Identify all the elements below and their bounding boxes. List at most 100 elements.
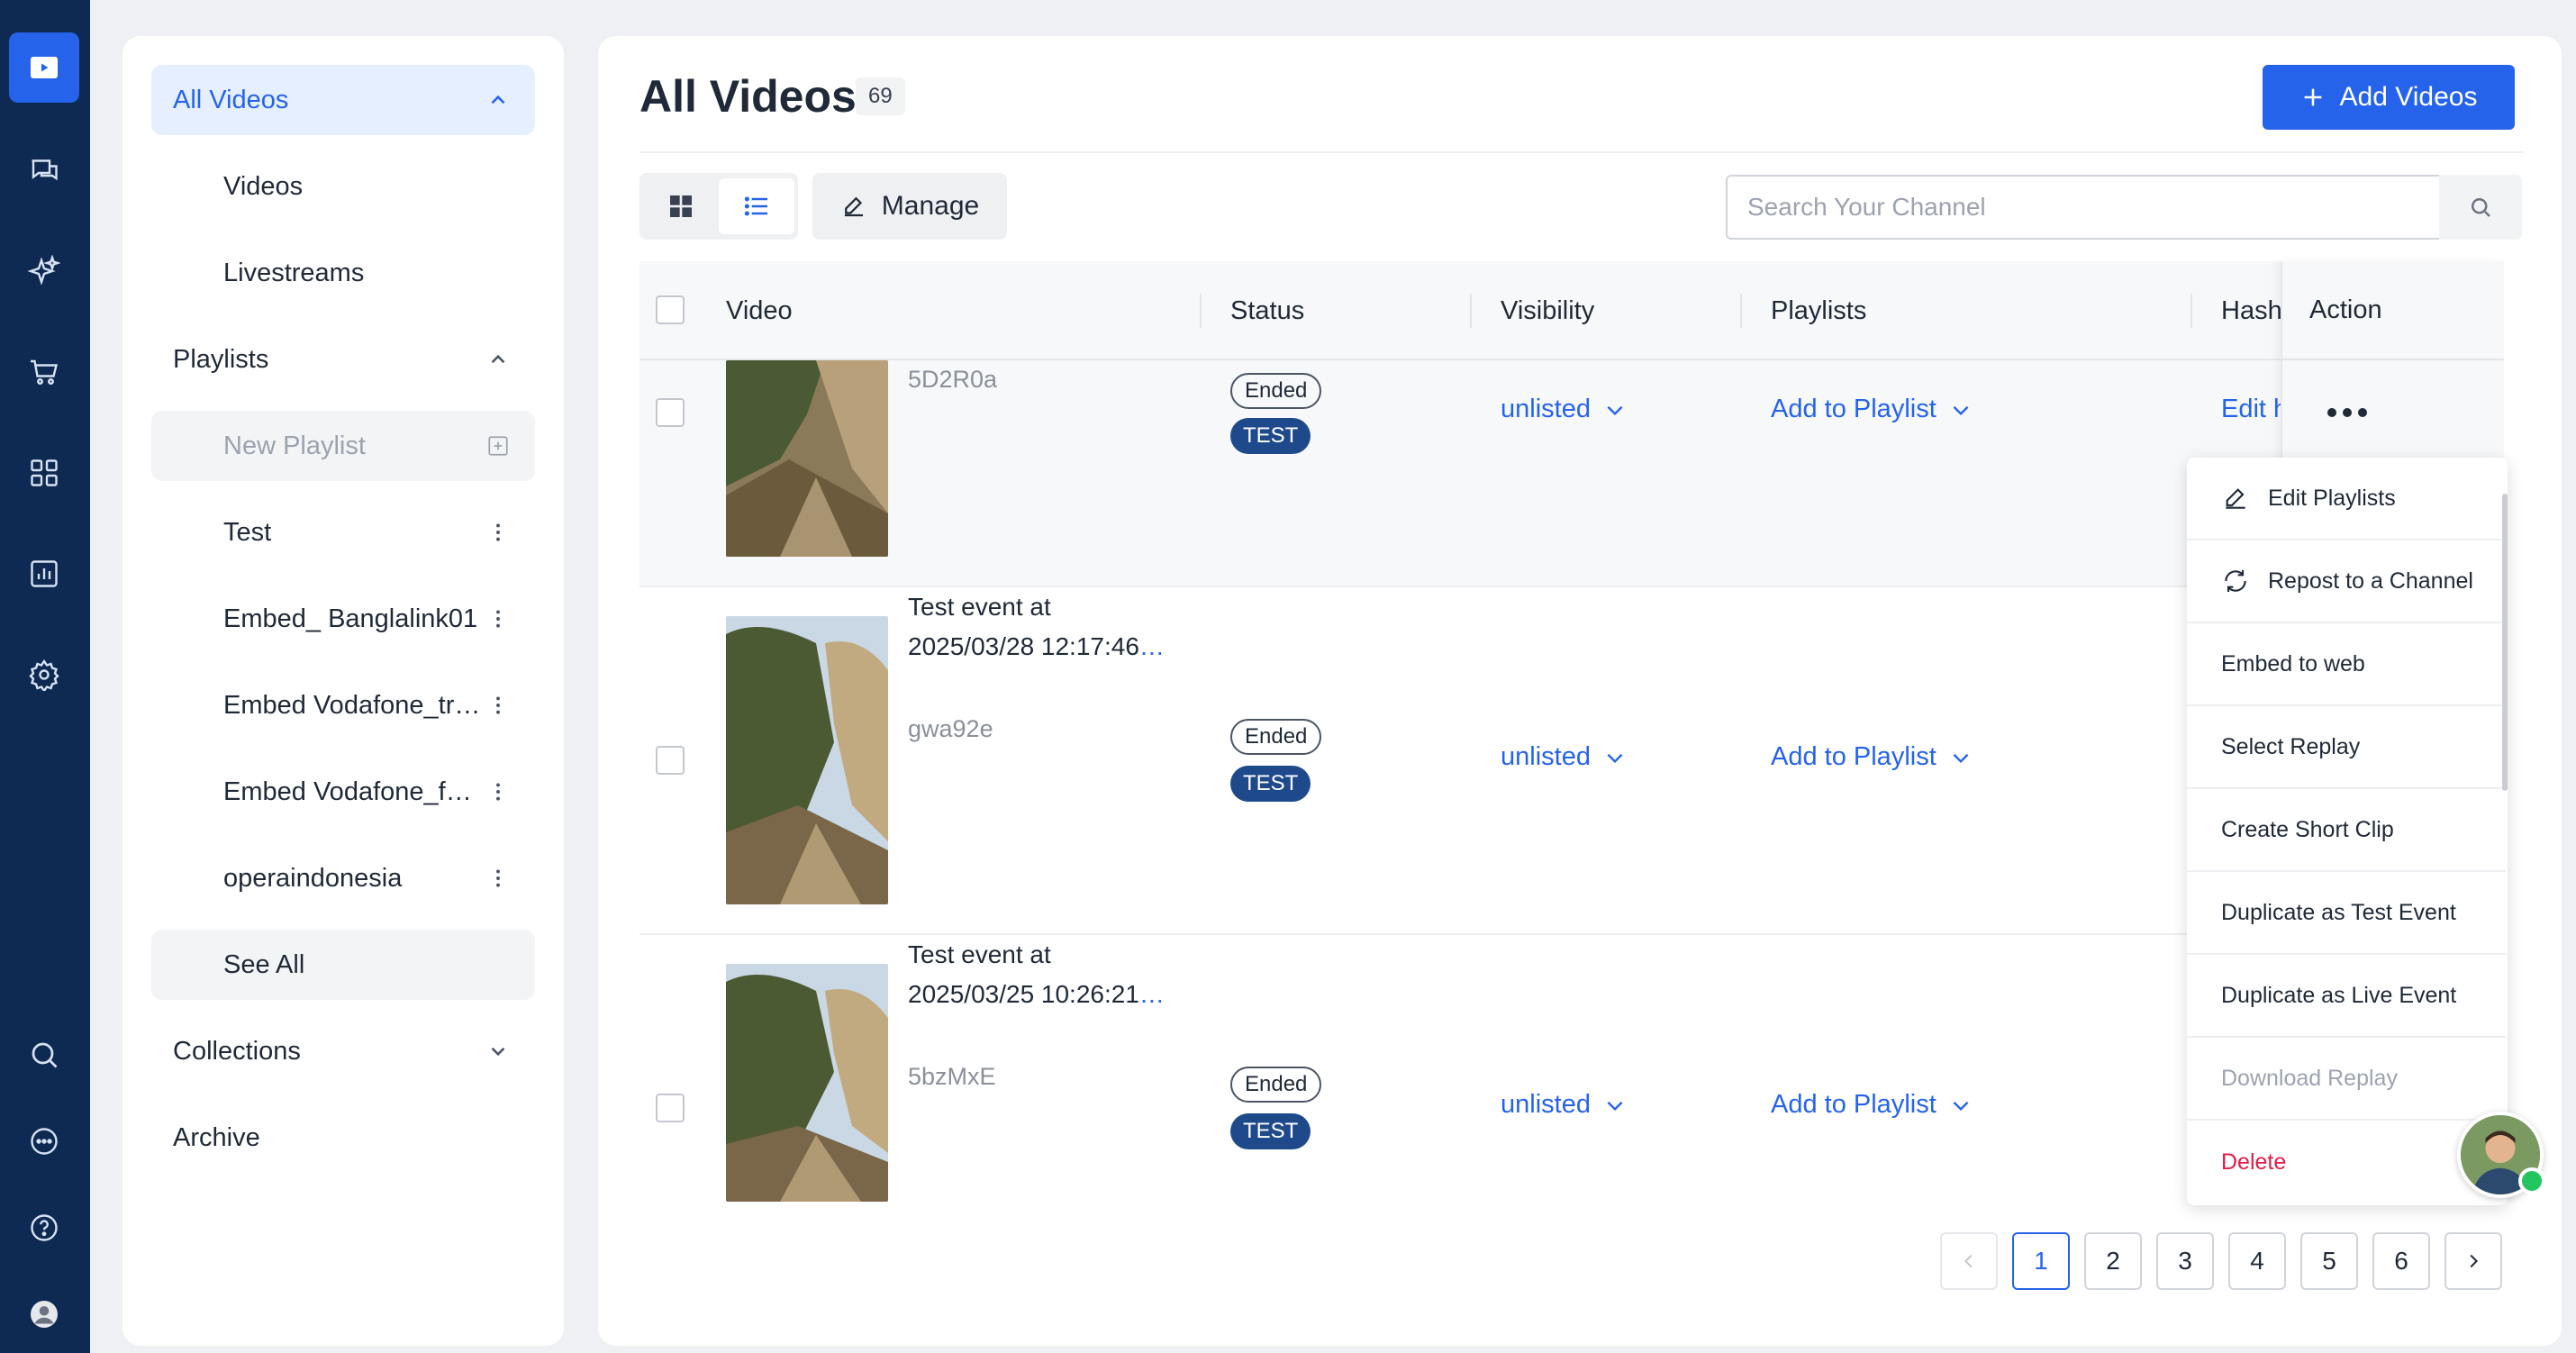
help-icon <box>31 1214 58 1241</box>
chat-icon <box>32 159 58 181</box>
sidebar-item-videos[interactable]: Videos <box>151 151 535 222</box>
view-toggle <box>639 173 798 240</box>
list-view-icon <box>744 196 767 216</box>
menu-item-short-clip[interactable]: Create Short Clip <box>2187 789 2506 872</box>
chevron-left-icon <box>1964 1254 1973 1268</box>
menu-scrollbar[interactable] <box>2502 494 2508 791</box>
sidebar-item-playlist[interactable]: Embed Vodafone_tr… <box>151 670 535 740</box>
sidebar-item-livestreams[interactable]: Livestreams <box>151 238 535 308</box>
sidebar-item-label: New Playlist <box>223 431 366 460</box>
chart-icon <box>31 560 58 587</box>
rail-ai[interactable] <box>9 236 79 306</box>
video-icon <box>31 57 58 78</box>
rail-chat[interactable] <box>9 135 79 205</box>
sidebar-item-new-playlist[interactable]: New Playlist <box>151 411 535 481</box>
edit-hashtags-link[interactable]: Edit hashtags <box>2221 395 2284 424</box>
search-button[interactable] <box>2439 175 2522 240</box>
menu-item-duplicate-test[interactable]: Duplicate as Test Event <box>2187 872 2506 955</box>
kebab-menu-icon[interactable] <box>486 867 510 890</box>
sidebar-item-playlist[interactable]: Embed_ Banglalink01 <box>151 584 535 654</box>
rail-profile[interactable] <box>9 1279 79 1349</box>
list-view-button[interactable] <box>719 178 794 234</box>
more-actions-button[interactable] <box>2320 395 2374 431</box>
add-playlist-icon[interactable] <box>486 434 510 458</box>
visibility-dropdown[interactable]: unlisted <box>1501 1090 1627 1120</box>
playlist-dropdown[interactable]: Add to Playlist <box>1771 742 1973 772</box>
sidebar-item-playlist[interactable]: operaindonesia <box>151 843 535 913</box>
row-checkbox[interactable] <box>656 1094 685 1122</box>
video-thumbnail[interactable] <box>726 964 888 1202</box>
video-title-line: Test event at <box>908 593 1051 621</box>
menu-item-select-replay[interactable]: Select Replay <box>2187 706 2506 789</box>
menu-item-label: Delete <box>2221 1149 2287 1175</box>
sidebar-item-all-videos[interactable]: All Videos <box>151 65 535 135</box>
column-header-visibility: Visibility <box>1501 295 1595 325</box>
search-input[interactable] <box>1726 175 2441 240</box>
sidebar-item-label: Playlists <box>173 344 269 374</box>
menu-item-edit-playlists[interactable]: Edit Playlists <box>2187 458 2506 540</box>
sidebar-item-see-all[interactable]: See All <box>151 930 535 1000</box>
playlist-dropdown[interactable]: Add to Playlist <box>1771 1090 1973 1120</box>
rail-search[interactable] <box>9 1020 79 1090</box>
video-thumbnail[interactable] <box>726 616 888 904</box>
manage-button[interactable]: Manage <box>812 173 1007 240</box>
visibility-dropdown[interactable]: unlisted <box>1501 395 1627 424</box>
menu-item-label: Create Short Clip <box>2221 816 2394 842</box>
column-header-hashtags: Hashtags <box>2221 295 2282 325</box>
chevron-up-icon <box>486 88 510 112</box>
message-icon <box>31 1128 58 1155</box>
playlist-dropdown[interactable]: Add to Playlist <box>1771 395 1973 424</box>
rail-messages[interactable] <box>9 1106 79 1176</box>
row-checkbox[interactable] <box>656 398 685 427</box>
rail-apps[interactable] <box>9 438 79 508</box>
chevron-down-icon <box>1953 405 1969 415</box>
visibility-dropdown[interactable]: unlisted <box>1501 742 1627 772</box>
sidebar-item-playlist[interactable]: Test <box>151 497 535 568</box>
menu-item-label: Edit Playlists <box>2268 485 2396 511</box>
page-button-3[interactable]: 3 <box>2156 1232 2214 1290</box>
sidebar-item-archive[interactable]: Archive <box>151 1103 535 1173</box>
sidebar-item-playlist[interactable]: Embed Vodafone_f… <box>151 757 535 827</box>
video-title[interactable]: Test event at 2025/03/25 10:26:21… <box>908 935 1187 1014</box>
playlist-label: Add to Playlist <box>1771 742 1937 771</box>
rail-videos[interactable] <box>9 32 79 103</box>
search-icon <box>32 1042 58 1068</box>
menu-item-duplicate-live[interactable]: Duplicate as Live Event <box>2187 955 2506 1038</box>
chevron-right-icon <box>2470 1254 2479 1268</box>
pencil-icon <box>844 196 863 217</box>
row-checkbox[interactable] <box>656 746 685 775</box>
title-more[interactable]: … <box>1139 627 1165 667</box>
grid-view-button[interactable] <box>643 178 719 234</box>
page-button-5[interactable]: 5 <box>2300 1232 2358 1290</box>
kebab-menu-icon[interactable] <box>486 607 510 631</box>
rail-help[interactable] <box>9 1193 79 1263</box>
kebab-menu-icon[interactable] <box>486 521 510 544</box>
kebab-menu-icon[interactable] <box>486 694 510 717</box>
menu-item-embed[interactable]: Embed to web <box>2187 623 2506 706</box>
sidebar-item-playlists[interactable]: Playlists <box>151 324 535 395</box>
select-all-checkbox[interactable] <box>656 295 685 324</box>
menu-item-label: Embed to web <box>2221 650 2365 676</box>
page-button-4[interactable]: 4 <box>2228 1232 2286 1290</box>
rail-settings[interactable] <box>9 640 79 710</box>
rail-analytics[interactable] <box>9 539 79 609</box>
video-thumbnail[interactable] <box>726 360 888 557</box>
page-button-6[interactable]: 6 <box>2372 1232 2430 1290</box>
menu-item-download-replay: Download Replay <box>2187 1038 2506 1121</box>
add-videos-label: Add Videos <box>2339 82 2478 112</box>
video-title[interactable]: Test event at 2025/03/28 12:17:46… <box>908 587 1187 667</box>
kebab-menu-icon[interactable] <box>486 780 510 804</box>
rail-shop[interactable] <box>9 337 79 407</box>
sparkle-icon <box>28 255 60 286</box>
page-button-1[interactable]: 1 <box>2012 1232 2070 1290</box>
column-divider <box>1740 294 1742 328</box>
next-page-button[interactable] <box>2444 1232 2502 1290</box>
add-videos-button[interactable]: Add Videos <box>2263 65 2515 130</box>
prev-page-button <box>1940 1232 1998 1290</box>
column-header-video: Video <box>726 295 793 325</box>
menu-item-repost[interactable]: Repost to a Channel <box>2187 540 2506 623</box>
page-button-2[interactable]: 2 <box>2084 1232 2142 1290</box>
sidebar-item-collections[interactable]: Collections <box>151 1016 535 1086</box>
title-more[interactable]: … <box>1139 975 1165 1014</box>
chevron-down-icon <box>1607 1101 1623 1111</box>
